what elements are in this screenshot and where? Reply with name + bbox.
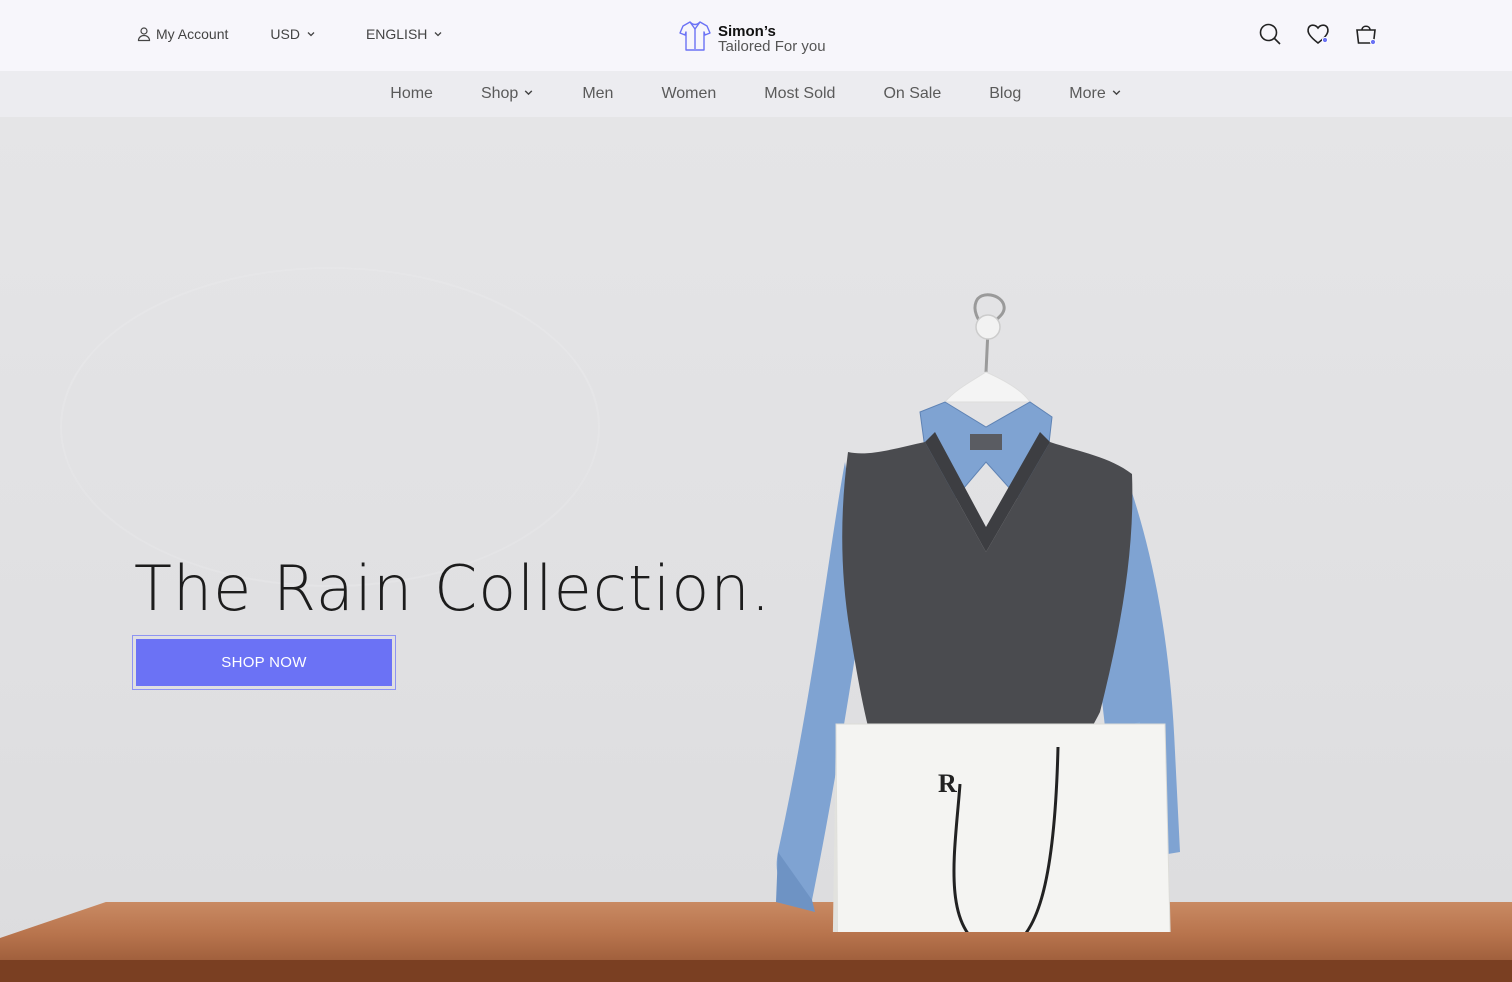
cart-button[interactable]	[1354, 22, 1378, 50]
nav-item-shop[interactable]: Shop	[481, 85, 534, 103]
brand-name: Simon’s	[718, 22, 776, 40]
brand-text: Simon’s Tailored For you	[718, 24, 826, 54]
nav-item-label: Men	[582, 85, 614, 102]
top-bar-left: My Account USD ENGLISH	[136, 26, 443, 42]
chevron-down-icon	[433, 29, 443, 39]
search-icon	[1258, 22, 1282, 51]
nav-item-label: Blog	[989, 85, 1022, 102]
brand-tagline: Tailored For you	[718, 37, 826, 55]
nav-item-blog[interactable]: Blog	[989, 85, 1021, 103]
nav-item-women[interactable]: Women	[661, 85, 716, 103]
nav-item-label: Home	[390, 85, 433, 102]
main-nav: Home Shop Men Women Most Sold On Sale Bl…	[0, 71, 1512, 117]
nav-item-home[interactable]: Home	[390, 85, 433, 103]
my-account-label: My Account	[156, 26, 229, 42]
shop-now-focus-ring: SHOP NOW	[132, 635, 396, 690]
chevron-down-icon	[1111, 85, 1122, 103]
shirt-icon	[678, 19, 712, 58]
chevron-down-icon	[306, 29, 316, 39]
language-value: ENGLISH	[365, 26, 428, 42]
wooden-table-edge	[0, 960, 1512, 982]
search-button[interactable]	[1258, 22, 1282, 50]
nav-list: Home Shop Men Women Most Sold On Sale Bl…	[390, 85, 1121, 103]
hero-background-shape	[60, 267, 600, 587]
shop-now-button[interactable]: SHOP NOW	[136, 639, 392, 686]
brand-logo[interactable]: Simon’s Tailored For you	[678, 19, 826, 58]
heart-icon	[1305, 21, 1331, 52]
chevron-down-icon	[523, 85, 534, 103]
hero-banner: R The Rain Collection. SHOP NOW	[0, 117, 1512, 982]
nav-item-label: More	[1069, 85, 1106, 102]
user-icon	[136, 26, 152, 42]
top-bar-actions	[1258, 22, 1378, 50]
my-account-link[interactable]: My Account	[136, 26, 228, 42]
nav-item-most-sold[interactable]: Most Sold	[764, 85, 835, 103]
nav-item-men[interactable]: Men	[582, 85, 613, 103]
nav-item-on-sale[interactable]: On Sale	[883, 85, 941, 103]
nav-item-label: Most Sold	[764, 85, 836, 102]
currency-value: USD	[270, 26, 300, 42]
shopping-bag-icon	[1353, 21, 1379, 52]
nav-item-label: On Sale	[883, 85, 942, 102]
hero-product-image: R	[740, 212, 1190, 982]
nav-item-more[interactable]: More	[1069, 85, 1121, 103]
nav-item-label: Women	[661, 85, 717, 102]
wishlist-button[interactable]	[1306, 22, 1330, 50]
hero-title: The Rain Collection.	[134, 552, 772, 625]
currency-selector[interactable]: USD	[270, 26, 316, 42]
language-selector[interactable]: ENGLISH	[366, 26, 443, 42]
top-bar: My Account USD ENGLISH Simon’s Tailored …	[0, 0, 1512, 71]
nav-item-label: Shop	[480, 85, 519, 102]
svg-text:R: R	[938, 769, 957, 798]
